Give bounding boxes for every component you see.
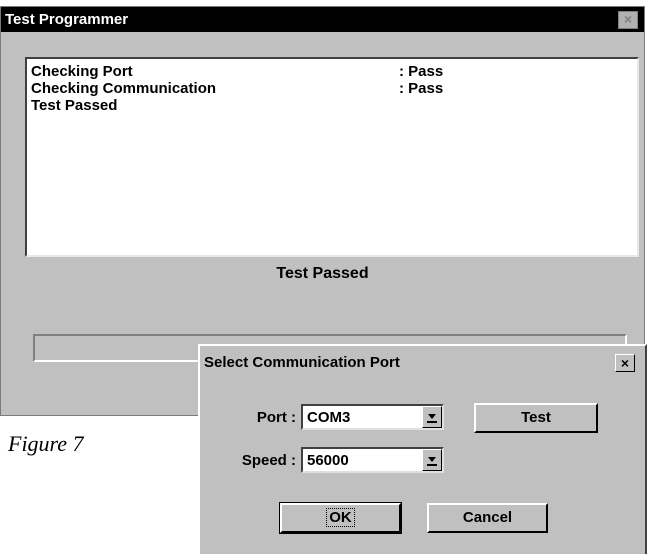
log-row: Checking Port : Pass xyxy=(31,63,631,80)
cancel-button[interactable]: Cancel xyxy=(427,503,548,533)
test-programmer-titlebar: Test Programmer × xyxy=(1,7,644,32)
test-button-label: Test xyxy=(521,409,551,426)
ok-button-label: OK xyxy=(326,508,355,527)
log-result: : Pass xyxy=(399,63,444,80)
log-result: : Pass xyxy=(399,80,444,97)
port-select[interactable]: COM3 xyxy=(301,404,444,430)
close-icon[interactable]: × xyxy=(615,354,635,372)
figure-caption: Figure 7 xyxy=(8,431,84,456)
log-row: Checking Communication : Pass xyxy=(31,80,631,97)
test-log-list: Checking Port : Pass Checking Communicat… xyxy=(25,57,639,257)
dialog-title: Select Communication Port xyxy=(204,354,400,371)
ok-button[interactable]: OK xyxy=(279,502,402,534)
chevron-down-icon[interactable] xyxy=(422,406,442,428)
status-text: Test Passed xyxy=(276,265,369,282)
cancel-button-label: Cancel xyxy=(462,509,513,526)
port-value: COM3 xyxy=(307,409,351,426)
select-communication-port-dialog: Select Communication Port × Port : COM3 … xyxy=(198,344,647,554)
log-label: Test Passed xyxy=(31,97,118,114)
test-button[interactable]: Test xyxy=(474,403,598,433)
speed-select[interactable]: 56000 xyxy=(301,447,444,473)
port-label: Port : xyxy=(256,409,296,426)
log-label: Checking Port xyxy=(31,63,133,80)
window-title: Test Programmer xyxy=(5,11,129,28)
speed-label: Speed : xyxy=(241,452,296,469)
chevron-down-icon[interactable] xyxy=(422,449,442,471)
speed-value: 56000 xyxy=(307,452,349,469)
log-label: Checking Communication xyxy=(31,80,217,97)
log-row: Test Passed xyxy=(31,97,631,114)
close-icon[interactable]: × xyxy=(618,11,638,29)
